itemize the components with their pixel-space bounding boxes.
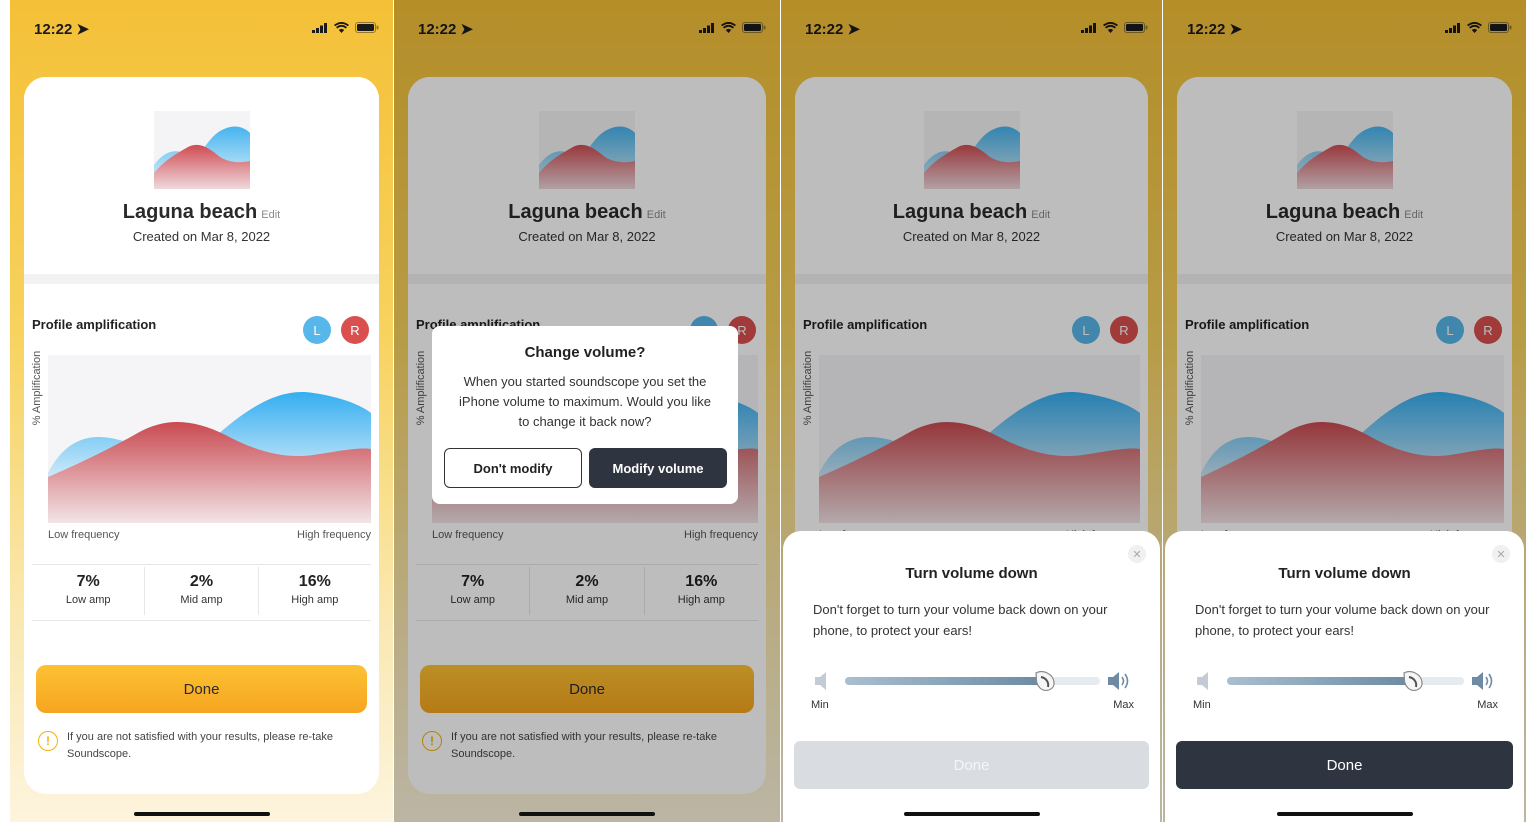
volume-slider-row <box>813 669 1134 693</box>
x-axis-low-label: Low frequency <box>48 529 120 541</box>
change-volume-dialog: Change volume? When you started soundsco… <box>432 326 738 504</box>
volume-slider-thumb[interactable] <box>1031 668 1057 694</box>
stat-value: 7% <box>76 573 100 590</box>
close-icon[interactable]: ✕ <box>1128 545 1146 563</box>
stat-value: 16% <box>298 573 331 590</box>
stat-label: Mid amp <box>180 594 223 606</box>
max-label: Max <box>1113 699 1134 711</box>
status-icons <box>312 22 379 33</box>
home-indicator <box>1276 812 1413 816</box>
volume-max-icon <box>1472 672 1493 690</box>
status-time: 12:22 ➤ <box>34 21 90 38</box>
section-divider <box>24 274 379 284</box>
soundscape-thumbnail <box>153 111 250 189</box>
stats-top-divider <box>32 564 371 565</box>
signal-icon <box>312 22 327 33</box>
sheet-message: Don't forget to turn your volume back do… <box>1195 602 1490 638</box>
retake-note-text: If you are not satisfied with your resul… <box>67 731 333 760</box>
volume-min-icon <box>815 672 826 690</box>
volume-slider-fill <box>1227 677 1412 685</box>
amplification-chart <box>48 355 371 523</box>
sheet-title: Turn volume down <box>1278 565 1411 582</box>
wifi-icon <box>334 22 349 33</box>
volume-slider[interactable] <box>1227 670 1464 692</box>
phone-screen: 12:22 ➤ Laguna beach Edit Created on Mar… <box>394 0 780 822</box>
home-indicator <box>133 812 270 816</box>
close-icon[interactable]: ✕ <box>1492 545 1510 563</box>
volume-min-icon <box>1197 672 1208 690</box>
right-ear-toggle[interactable]: R <box>341 316 369 344</box>
amplification-title: Profile amplification <box>32 317 157 332</box>
stat-mid: 2% Mid amp <box>145 567 259 615</box>
stats-bottom-divider <box>32 620 371 621</box>
volume-slider-thumb[interactable] <box>1399 668 1425 694</box>
turn-volume-down-sheet: ✕ Turn volume down Don't forget to turn … <box>783 531 1160 822</box>
volume-slider[interactable] <box>845 670 1100 692</box>
done-button[interactable]: Done <box>36 665 367 713</box>
profile-name: Laguna beach <box>122 201 258 223</box>
volume-slider-fill <box>845 677 1044 685</box>
left-ear-toggle[interactable]: L <box>303 316 331 344</box>
stat-label: Low amp <box>65 594 111 606</box>
retake-note: ! If you are not satisfied with your res… <box>38 729 367 763</box>
y-axis-label: % Amplification <box>31 350 43 426</box>
amplification-stats: 7% Low amp 2% Mid amp 16% High amp <box>32 567 371 615</box>
sheet-done-button[interactable]: Done <box>1176 741 1513 789</box>
volume-max-icon <box>1108 672 1129 690</box>
sheet-done-button[interactable]: Done <box>794 741 1149 789</box>
sheet-message: Don't forget to turn your volume back do… <box>813 602 1108 638</box>
home-indicator <box>903 812 1040 816</box>
phone-screen: 12:22 ➤ Laguna beach Edit Created on Mar… <box>10 0 393 822</box>
home-indicator <box>519 812 655 816</box>
profile-header: Laguna beach Edit Created on Mar 8, 2022 <box>24 77 379 274</box>
phone-screen: 12:22 ➤ Laguna beach Edit Created on Mar… <box>781 0 1162 822</box>
stat-value: 2% <box>189 573 214 590</box>
stat-label: High amp <box>291 594 339 606</box>
min-label: Min <box>811 699 829 711</box>
battery-icon <box>355 22 379 33</box>
min-label: Min <box>1193 699 1211 711</box>
max-label: Max <box>1477 699 1498 711</box>
profile-card: Laguna beach Edit Created on Mar 8, 2022 … <box>24 77 379 794</box>
stat-low: 7% Low amp <box>32 567 146 615</box>
dialog-title: Change volume? <box>524 344 646 361</box>
sheet-title: Turn volume down <box>905 565 1038 582</box>
profile-title: Laguna beach Edit <box>24 201 379 224</box>
turn-volume-down-sheet: ✕ Turn volume down Don't forget to turn … <box>1165 531 1524 822</box>
created-date: Created on Mar 8, 2022 <box>132 229 271 244</box>
x-axis-high-label: High frequency <box>297 529 371 541</box>
volume-slider-row <box>1195 669 1498 693</box>
dialog-message: When you started soundscope you set the … <box>459 374 711 429</box>
stat-high: 16% High amp <box>259 567 371 615</box>
edit-link[interactable]: Edit <box>261 209 280 221</box>
location-arrow-icon: ➤ <box>76 21 90 38</box>
status-bar: 12:22 ➤ <box>10 0 393 60</box>
dont-modify-button[interactable]: Don't modify <box>444 448 582 488</box>
warning-icon: ! <box>38 731 58 751</box>
phone-screen: 12:22 ➤ Laguna beach Edit Created on Mar… <box>1163 0 1526 822</box>
modify-volume-button[interactable]: Modify volume <box>589 448 727 488</box>
